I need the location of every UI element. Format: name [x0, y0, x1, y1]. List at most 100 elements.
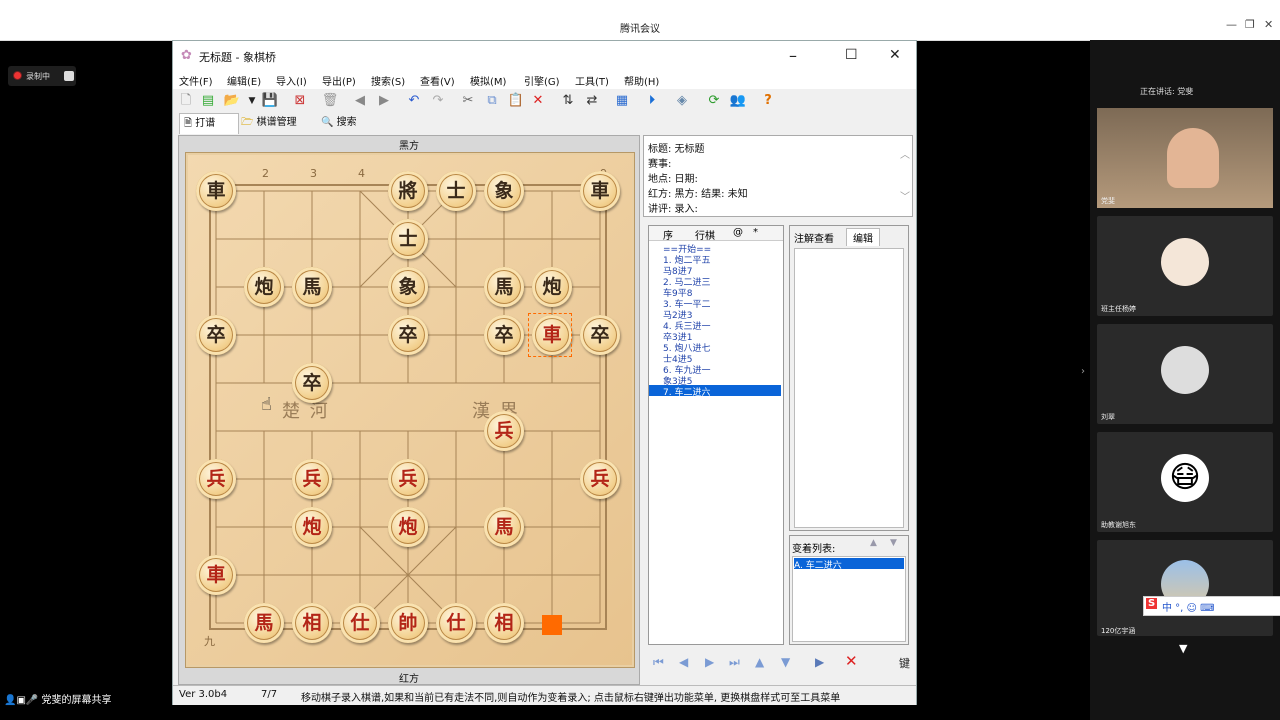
users-icon[interactable]: 👥: [729, 92, 747, 110]
scroll-down-icon[interactable]: ﹀: [900, 188, 910, 203]
dropdown-icon[interactable]: ▼: [243, 92, 261, 110]
red-piece[interactable]: 炮: [292, 507, 332, 547]
black-piece[interactable]: 士: [388, 219, 428, 259]
tab-annotation-view[interactable]: 注解查看: [794, 230, 834, 245]
move-row[interactable]: 象3进5: [649, 374, 781, 387]
variation-next-icon[interactable]: ▼: [781, 655, 790, 669]
variation-down-icon[interactable]: ▼: [890, 538, 897, 548]
trash-icon[interactable]: 🗑: [321, 92, 339, 110]
move-row[interactable]: 马8进7: [649, 264, 781, 277]
black-piece[interactable]: 車: [580, 171, 620, 211]
first-move-icon[interactable]: ⏮: [653, 655, 664, 670]
refresh-icon[interactable]: ⟳: [705, 92, 723, 110]
restore-icon[interactable]: ❐: [1245, 18, 1255, 31]
autoplay-icon[interactable]: ▶: [815, 655, 824, 669]
scroll-up-icon[interactable]: ︿: [900, 146, 910, 161]
forward-icon[interactable]: ▶: [375, 92, 393, 110]
move-row[interactable]: 士4进5: [649, 352, 781, 365]
recording-badge[interactable]: 录制中: [8, 66, 76, 86]
play-icon[interactable]: ⏵: [643, 92, 661, 110]
collapse-sidebar-icon[interactable]: ›: [1081, 366, 1085, 377]
menu-edit[interactable]: 编辑(E): [227, 73, 261, 88]
open-folder-icon[interactable]: 📂: [223, 92, 241, 110]
variation-up-icon[interactable]: ▲: [870, 538, 877, 548]
move-row[interactable]: 2. 马二进三: [649, 275, 781, 288]
move-row[interactable]: 3. 车一平二: [649, 297, 781, 310]
red-piece[interactable]: 兵: [388, 459, 428, 499]
participant-tile[interactable]: 120亿宇涵: [1097, 540, 1273, 636]
move-row[interactable]: 1. 炮二平五: [649, 253, 781, 266]
move-row[interactable]: 卒3进1: [649, 330, 781, 343]
red-piece[interactable]: 仕: [340, 603, 380, 643]
black-piece[interactable]: 卒: [388, 315, 428, 355]
menu-engine[interactable]: 引擎(G): [524, 73, 560, 88]
redo-icon[interactable]: ↷: [429, 92, 447, 110]
black-piece[interactable]: 象: [388, 267, 428, 307]
next-move-icon[interactable]: ▶: [705, 655, 714, 669]
paste-icon[interactable]: 📋: [507, 92, 525, 110]
move-row[interactable]: 7. 车二进六: [649, 385, 781, 398]
menu-export[interactable]: 导出(P): [322, 73, 356, 88]
participant-tile[interactable]: 党斐: [1097, 108, 1273, 208]
tab-search[interactable]: 🔍 搜索: [317, 113, 375, 133]
move-row[interactable]: 马2进3: [649, 308, 781, 321]
red-piece[interactable]: 兵: [484, 411, 524, 451]
delete-record-icon[interactable]: ⊠: [291, 92, 309, 110]
menu-file[interactable]: 文件(F): [179, 73, 213, 88]
black-piece[interactable]: 炮: [244, 267, 284, 307]
close-icon[interactable]: ✕: [1264, 18, 1273, 31]
flip-horizontal-icon[interactable]: ⇄: [583, 92, 601, 110]
red-piece[interactable]: 兵: [196, 459, 236, 499]
maximize-window-icon[interactable]: ☐: [845, 47, 858, 63]
scroll-more-icon[interactable]: ▼: [1179, 642, 1187, 655]
black-piece[interactable]: 將: [388, 171, 428, 211]
menu-view[interactable]: 查看(V): [420, 73, 455, 88]
stop-recording-icon[interactable]: [64, 71, 74, 81]
delete-move-icon[interactable]: ✕: [845, 652, 858, 670]
menu-tools[interactable]: 工具(T): [575, 73, 609, 88]
cut-icon[interactable]: ✂: [459, 92, 477, 110]
red-piece[interactable]: 車: [196, 555, 236, 595]
minimize-window-icon[interactable]: –: [789, 46, 797, 65]
red-piece[interactable]: 炮: [388, 507, 428, 547]
tab-annotation-edit[interactable]: 编辑: [846, 228, 880, 246]
list-icon[interactable]: ▤: [199, 92, 217, 110]
new-icon[interactable]: 🗋: [177, 92, 195, 110]
tab-record[interactable]: 🗎 打谱: [179, 113, 239, 134]
last-move-icon[interactable]: ⏭: [729, 655, 740, 670]
menu-import[interactable]: 导入(I): [276, 73, 307, 88]
participant-tile[interactable]: 刘翠: [1097, 324, 1273, 424]
move-row[interactable]: 车9平8: [649, 286, 781, 299]
xiangqi-board[interactable]: 2 3 4 9 九 楚 河 漢 界 車將士象車士炮馬象馬炮卒卒卒車卒卒兵兵兵兵兵…: [185, 152, 635, 668]
red-piece[interactable]: 仕: [436, 603, 476, 643]
black-piece[interactable]: 卒: [292, 363, 332, 403]
red-piece[interactable]: 帥: [388, 603, 428, 643]
variation-prev-icon[interactable]: ▲: [755, 655, 764, 669]
delete-icon[interactable]: ✕: [529, 92, 547, 110]
engine-icon[interactable]: ◈: [673, 92, 691, 110]
close-window-icon[interactable]: ✕: [889, 47, 901, 63]
minimize-icon[interactable]: —: [1226, 18, 1237, 31]
red-piece[interactable]: 馬: [244, 603, 284, 643]
red-piece[interactable]: 兵: [580, 459, 620, 499]
variations-list[interactable]: A. 车二进六: [792, 556, 906, 642]
red-piece[interactable]: 兵: [292, 459, 332, 499]
black-piece[interactable]: 車: [196, 171, 236, 211]
black-piece[interactable]: 卒: [484, 315, 524, 355]
red-piece[interactable]: 相: [484, 603, 524, 643]
red-piece[interactable]: 馬: [484, 507, 524, 547]
black-piece[interactable]: 士: [436, 171, 476, 211]
menu-simulate[interactable]: 模拟(M): [470, 73, 506, 88]
undo-icon[interactable]: ↶: [405, 92, 423, 110]
black-piece[interactable]: 卒: [196, 315, 236, 355]
help-icon[interactable]: ?: [759, 92, 777, 110]
move-row[interactable]: ==开始==: [649, 242, 781, 255]
board-grid-icon[interactable]: ▦: [613, 92, 631, 110]
move-row[interactable]: 6. 车九进一: [649, 363, 781, 376]
menu-search[interactable]: 搜索(S): [371, 73, 405, 88]
back-icon[interactable]: ◀: [351, 92, 369, 110]
menu-help[interactable]: 帮助(H): [624, 73, 659, 88]
participant-tile[interactable]: 😷 助教谢旭东: [1097, 432, 1273, 532]
move-row[interactable]: 5. 炮八进七: [649, 341, 781, 354]
tab-game-management[interactable]: 🗁 棋谱管理: [237, 113, 315, 133]
